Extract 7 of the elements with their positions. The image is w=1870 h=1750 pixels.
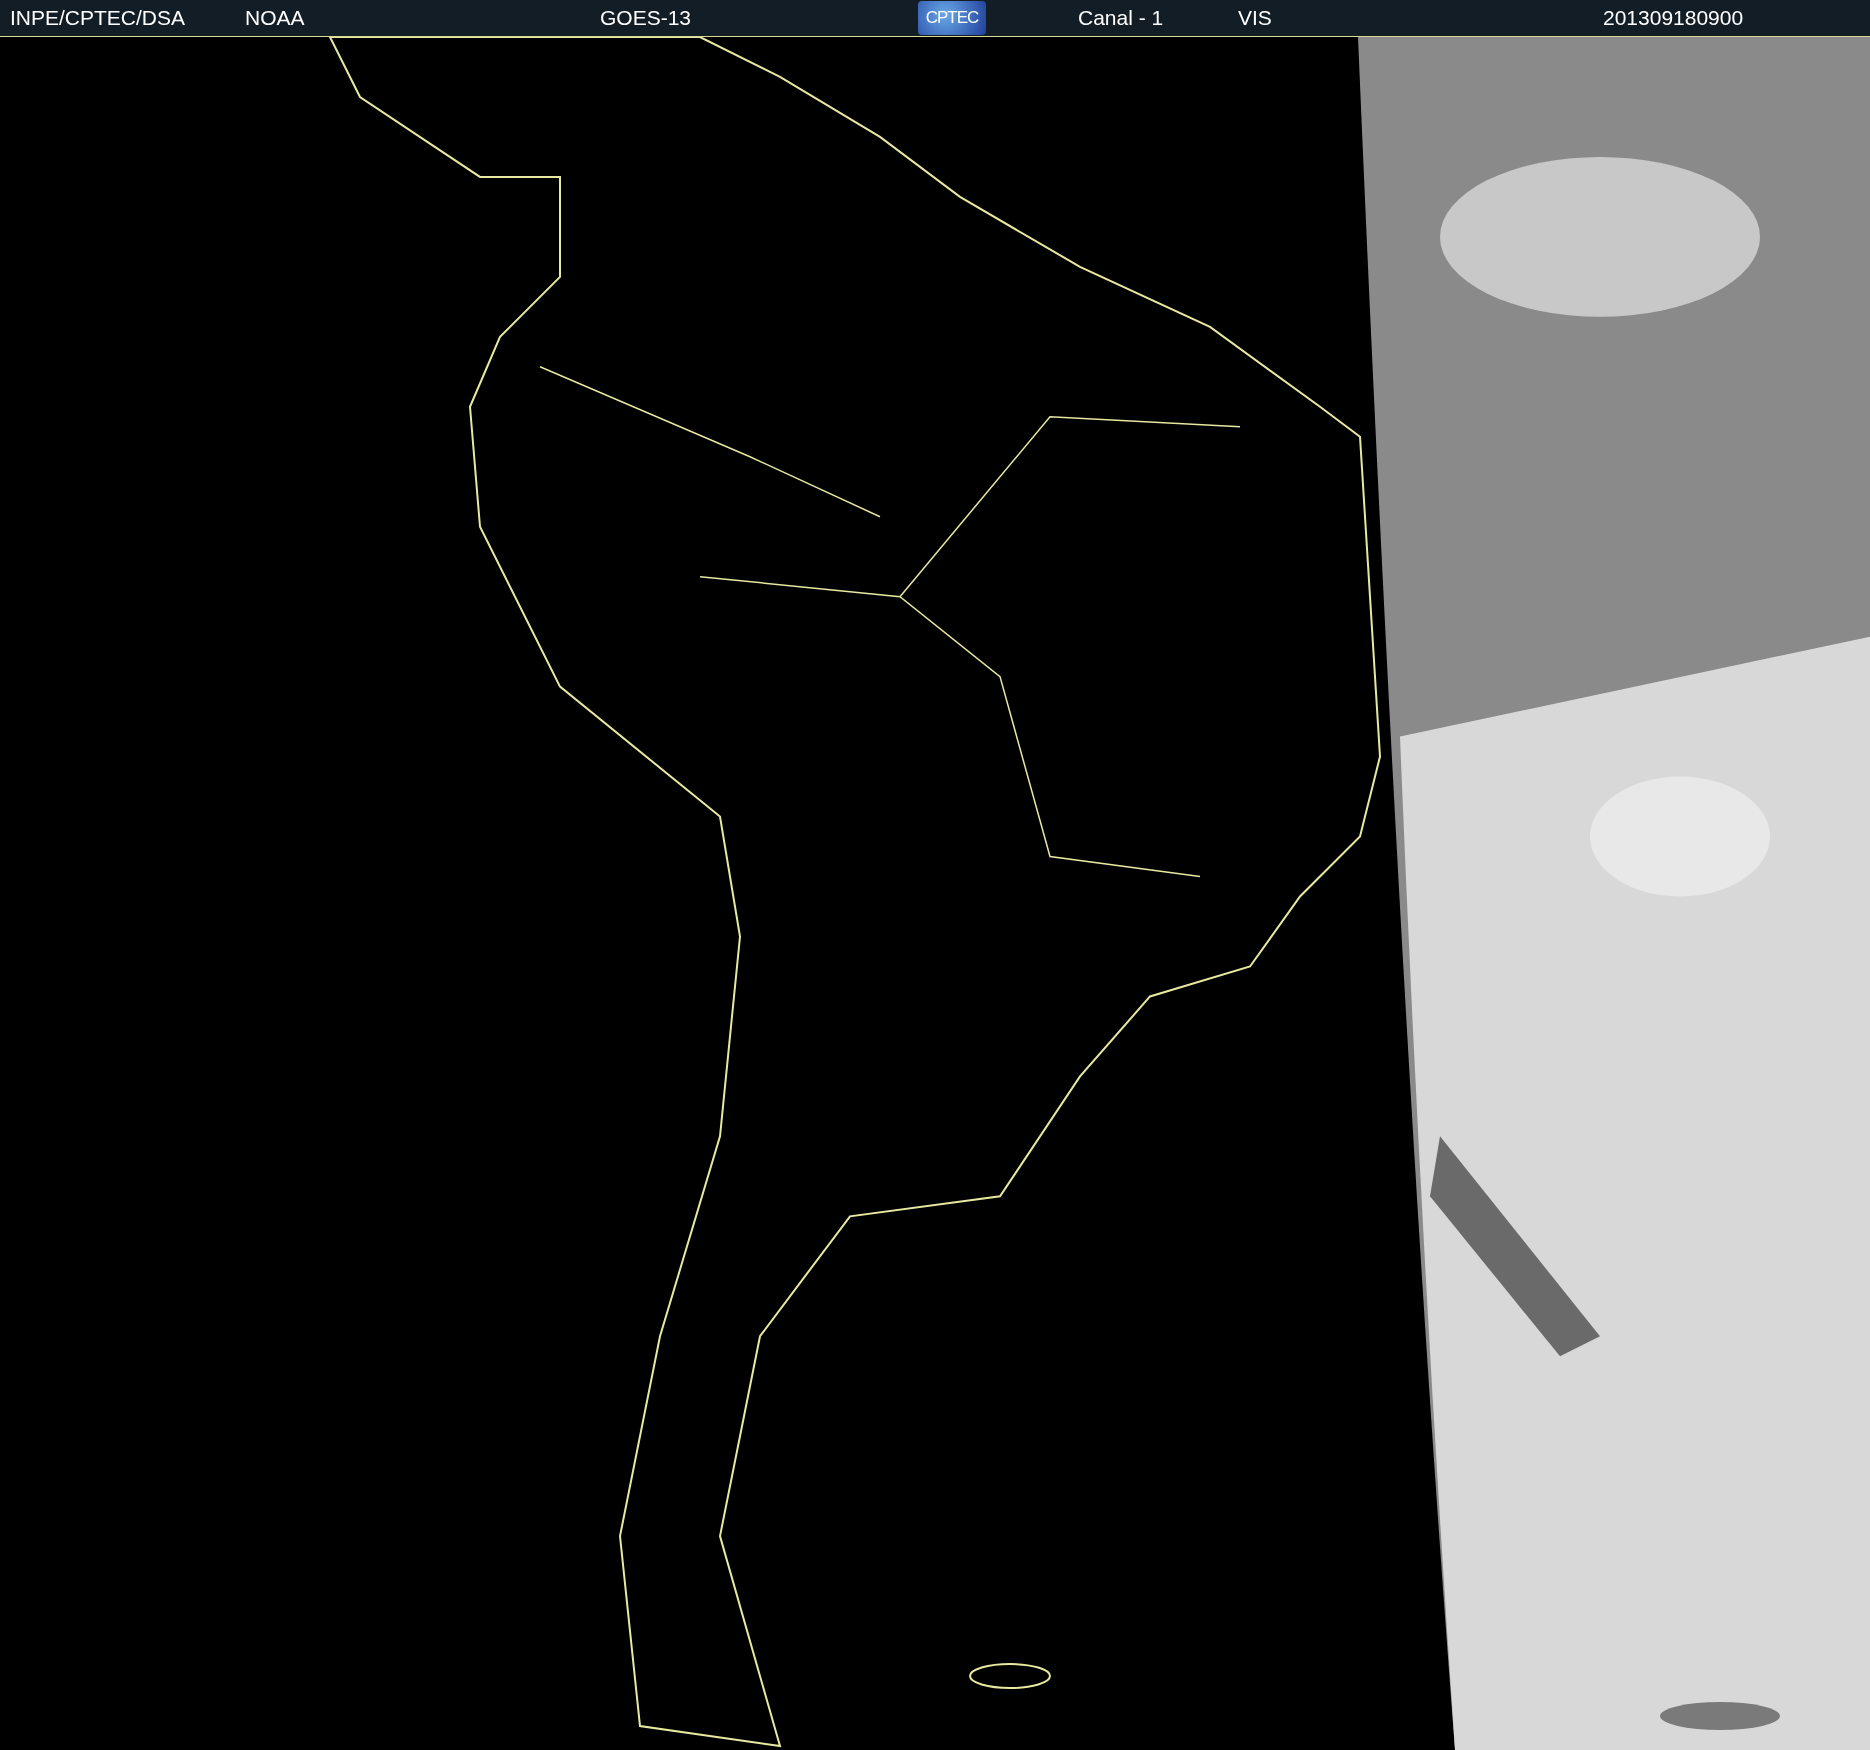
agency-label: NOAA <box>245 6 306 30</box>
satellite-label: GOES-13 <box>600 6 693 30</box>
timestamp-label: 201309180900 <box>1603 6 1745 30</box>
source-label: INPE/CPTEC/DSA <box>9 6 187 30</box>
logo: CPTEC <box>918 1 986 35</box>
channel-label: Canal - 1 <box>1077 6 1165 30</box>
band-label: VIS <box>1238 6 1273 30</box>
